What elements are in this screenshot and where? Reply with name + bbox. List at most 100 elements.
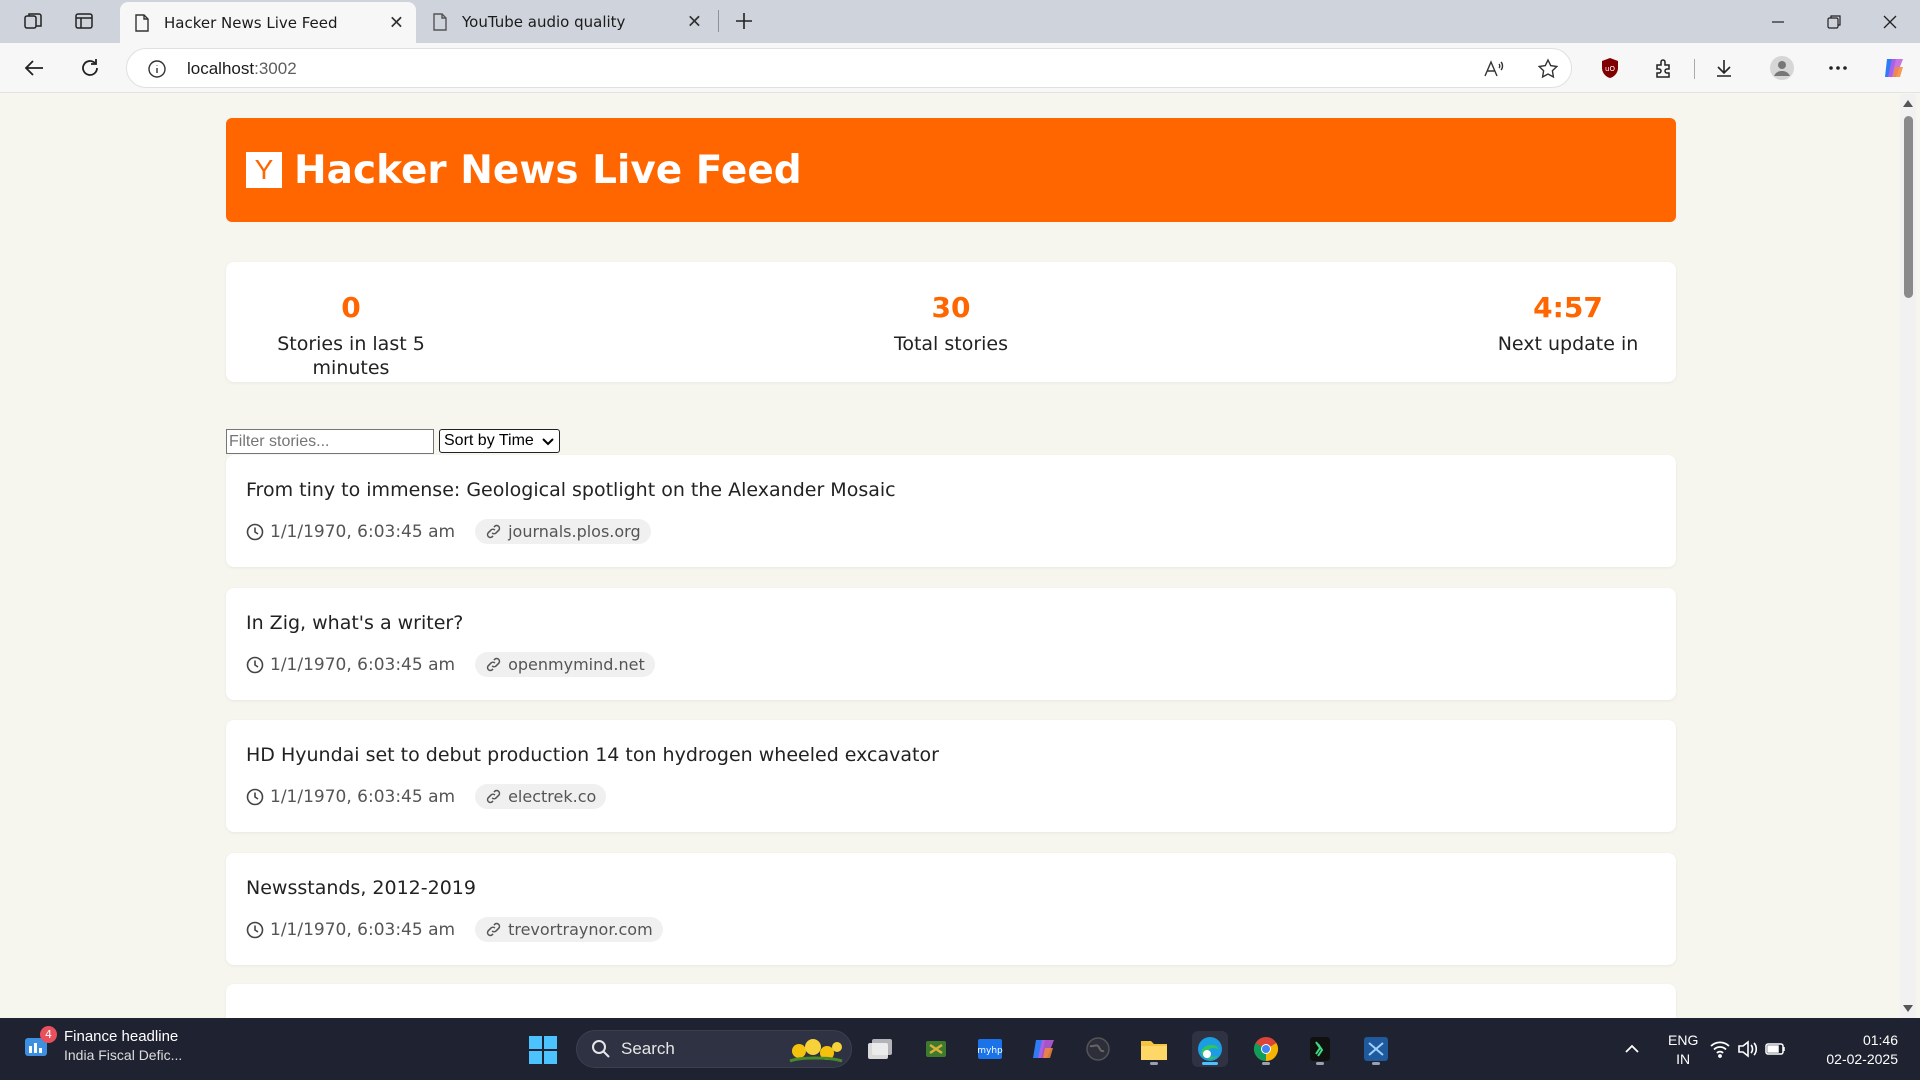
story-meta: 1/1/1970, 6:03:45 am trevortraynor.com [246,917,663,942]
story-domain-badge[interactable]: electrek.co [475,784,607,809]
windows-taskbar: 4 Finance headline India Fiscal Defic...… [0,1018,1920,1080]
more-options-icon[interactable] [1822,52,1854,84]
stat-label: Total stories [893,333,1009,355]
sort-select[interactable]: Sort by Time [439,429,560,453]
story-card[interactable]: Newsstands, 2012-2019 1/1/1970, 6:03:45 … [226,853,1676,965]
clock-icon [246,788,264,805]
reload-icon[interactable] [72,51,108,85]
back-icon[interactable] [16,51,52,85]
finance-widget-icon: 4 [22,1025,57,1060]
site-info-icon[interactable] [147,59,167,83]
story-card[interactable]: In Zig, what's a writer? 1/1/1970, 6:03:… [226,588,1676,700]
lang-line2: IN [1676,1051,1691,1067]
close-window-icon[interactable] [1862,0,1918,43]
svg-text:myhp: myhp [977,1046,1003,1056]
story-card-partial[interactable] [226,984,1676,1018]
running-indicator [1372,1062,1380,1065]
clock-time: 01:46 [1862,1032,1898,1048]
story-domain-badge[interactable]: openmymind.net [475,652,655,677]
news-widget[interactable]: 4 Finance headline India Fiscal Defic... [22,1025,182,1063]
scrollbar-thumb[interactable] [1904,116,1913,298]
story-domain: journals.plos.org [508,522,641,541]
battery-icon [1765,1043,1785,1055]
running-indicator [1150,1062,1158,1065]
volume-icon [1738,1040,1758,1058]
task-view-icon[interactable] [862,1031,898,1067]
tab-youtube-audio[interactable]: YouTube audio quality ✕ [418,0,714,43]
terminal-app-icon[interactable] [1302,1031,1338,1067]
tab-hacker-news[interactable]: Hacker News Live Feed ✕ [120,2,416,43]
page-icon [433,12,447,31]
story-title[interactable]: Newsstands, 2012-2019 [246,877,476,899]
story-meta: 1/1/1970, 6:03:45 am electrek.co [246,784,607,809]
scroll-down-arrow-icon[interactable] [1903,1005,1913,1012]
chrome-browser-icon[interactable] [1248,1031,1284,1067]
url-host: localhost [187,59,255,78]
vertical-scrollbar[interactable] [1900,94,1916,1018]
page-title: Hacker News Live Feed [294,147,802,193]
clock-icon [246,523,264,540]
xbox-app-icon[interactable] [918,1031,954,1067]
restore-icon[interactable] [1806,0,1862,43]
system-clock[interactable]: 01:46 02-02-2025 [1826,1031,1898,1069]
new-tab-icon[interactable] [726,6,762,36]
stat-label: Stories in last 5 minutes [277,333,425,379]
downloads-icon[interactable] [1708,52,1740,84]
page-viewport: Y Hacker News Live Feed 0 Stories in las… [6,94,1898,1018]
stats-panel: 0 Stories in last 5 minutes 30 Total sto… [226,262,1676,382]
clock-icon [246,921,264,938]
stat-value: 0 [341,291,361,324]
windows-start-icon[interactable] [528,1035,558,1065]
story-title[interactable]: HD Hyundai set to debut production 14 to… [246,744,939,766]
stat-recent-stories: 0 Stories in last 5 minutes [246,290,456,380]
read-aloud-icon[interactable] [1481,57,1507,81]
stat-label: Next update in [1497,333,1639,355]
scroll-up-arrow-icon[interactable] [1903,100,1913,107]
story-domain-badge[interactable]: journals.plos.org [475,519,651,544]
minimize-icon[interactable] [1750,0,1806,43]
link-icon [486,524,501,539]
story-domain-badge[interactable]: trevortraynor.com [475,917,663,942]
search-icon [592,1040,610,1058]
url-port: :3002 [254,59,297,78]
wifi-icon [1710,1041,1730,1058]
search-label: Search [621,1039,675,1058]
story-title[interactable]: In Zig, what's a writer? [246,612,463,634]
show-hidden-icons-chevron-up-icon[interactable] [1614,1031,1650,1067]
link-icon [486,657,501,672]
story-time: 1/1/1970, 6:03:45 am [270,786,456,807]
taskbar-search[interactable]: Search [576,1030,852,1068]
input-language[interactable]: ENG IN [1668,1031,1698,1069]
address-bar[interactable]: localhost:3002 [126,48,1572,88]
workspaces-icon[interactable] [15,6,51,36]
close-tab-icon[interactable]: ✕ [389,12,404,33]
quick-settings[interactable] [1708,1031,1788,1067]
story-card[interactable]: From tiny to immense: Geological spotlig… [226,455,1676,567]
favorite-star-icon[interactable] [1535,57,1561,81]
close-tab-icon[interactable]: ✕ [687,11,702,32]
chevron-down-icon [542,438,554,446]
profile-avatar-icon[interactable] [1766,52,1798,84]
story-domain: electrek.co [508,787,597,806]
copilot-app-icon[interactable] [1026,1031,1062,1067]
globe-app-icon[interactable] [1080,1031,1116,1067]
filter-stories-input[interactable] [226,429,434,454]
ublock-extension-icon[interactable]: uO [1594,52,1626,84]
story-card[interactable]: HD Hyundai set to debut production 14 to… [226,720,1676,832]
extensions-icon[interactable] [1648,52,1680,84]
file-explorer-icon[interactable] [1136,1031,1172,1067]
toolbar-divider [1694,59,1695,79]
story-title[interactable]: From tiny to immense: Geological spotlig… [246,479,896,501]
myhp-app-icon[interactable]: myhp [972,1031,1008,1067]
lang-line1: ENG [1668,1032,1699,1048]
tab-actions-icon[interactable] [66,6,102,36]
vscode-app-icon[interactable] [1358,1031,1394,1067]
url-text[interactable]: localhost:3002 [187,59,297,79]
stat-value: 30 [931,291,971,324]
page-icon [135,13,149,32]
story-time: 1/1/1970, 6:03:45 am [270,919,456,940]
copilot-icon[interactable] [1878,52,1910,84]
browser-toolbar: localhost:3002 uO [0,43,1920,93]
edge-browser-icon[interactable] [1192,1031,1228,1067]
running-indicator [1202,1062,1218,1065]
